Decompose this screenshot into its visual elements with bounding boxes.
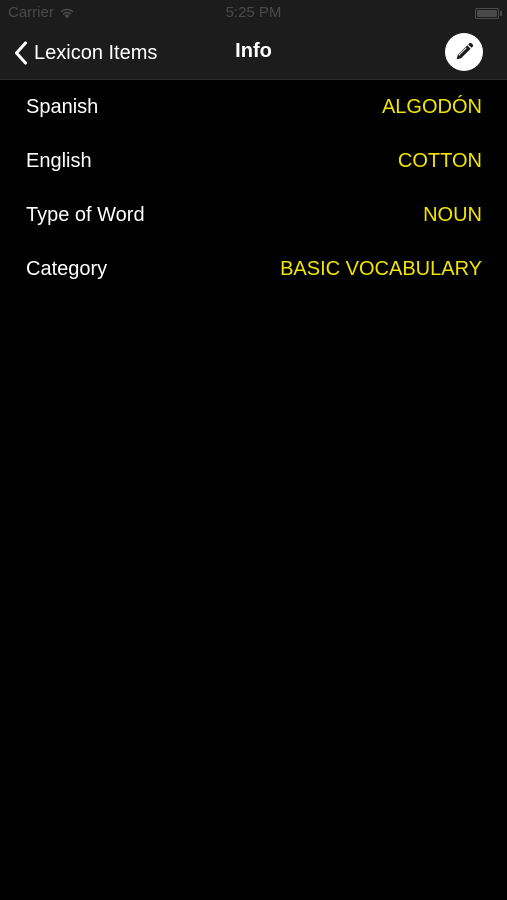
- back-button[interactable]: Lexicon Items: [14, 38, 157, 68]
- info-row-english: English COTTON: [0, 134, 507, 188]
- row-value: BASIC VOCABULARY: [280, 257, 482, 280]
- navigation-bar: Lexicon Items Info: [0, 28, 507, 80]
- info-row-spanish: Spanish ALGODÓN: [0, 80, 507, 134]
- chevron-left-icon: [15, 41, 27, 65]
- row-value: ALGODÓN: [381, 95, 482, 118]
- battery-icon: [475, 8, 499, 19]
- status-time: 5:25 PM: [225, 4, 282, 21]
- row-label: Category: [26, 257, 108, 280]
- row-label: Type of Word: [26, 203, 145, 226]
- status-bar: Carrier 5:25 PM: [0, 0, 507, 28]
- back-button-label: Lexicon Items: [34, 41, 158, 64]
- row-value: NOUN: [423, 203, 482, 226]
- battery-tip: [500, 11, 502, 16]
- row-label: English: [26, 149, 92, 172]
- edit-button[interactable]: [445, 33, 483, 71]
- info-list: Spanish ALGODÓN English COTTON Type of W…: [0, 80, 507, 296]
- info-row-type-of-word: Type of Word NOUN: [0, 188, 507, 242]
- info-row-category: Category BASIC VOCABULARY: [0, 242, 507, 296]
- row-label: Spanish: [26, 95, 99, 118]
- pencil-icon: [456, 42, 474, 60]
- row-value: COTTON: [397, 149, 482, 172]
